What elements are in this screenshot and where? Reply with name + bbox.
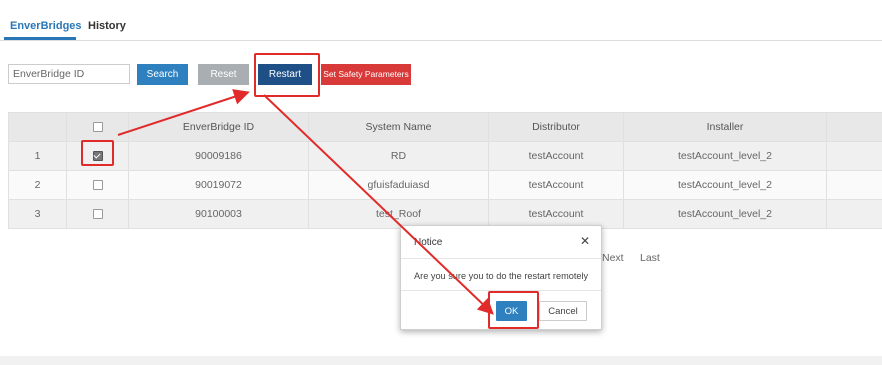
table-header-row: EnverBridge ID System Name Distributor I… xyxy=(8,112,882,142)
row-installer: testAccount_level_2 xyxy=(623,170,827,200)
row-extra xyxy=(826,199,882,229)
header-extra xyxy=(826,112,882,142)
tab-bar: EnverBridges History xyxy=(0,0,882,41)
dialog-divider xyxy=(401,258,601,259)
select-all-checkbox[interactable] xyxy=(92,122,103,133)
annotation-box-ok xyxy=(488,291,539,329)
header-distributor[interactable]: Distributor xyxy=(488,112,624,142)
pagination-next[interactable]: Next xyxy=(602,252,624,264)
reset-button[interactable]: Reset xyxy=(198,64,249,85)
row-installer: testAccount_level_2 xyxy=(623,141,827,171)
row-select-cell[interactable] xyxy=(66,199,129,229)
dialog-title: Notice xyxy=(414,237,443,248)
cancel-button[interactable]: Cancel xyxy=(539,301,587,321)
table-row[interactable]: 2 90019072 gfuisfaduiasd testAccount tes… xyxy=(8,170,882,200)
row-enverbridge-id: 90009186 xyxy=(128,141,309,171)
row-index: 1 xyxy=(8,141,67,171)
page-footer-strip xyxy=(0,356,882,365)
row-checkbox[interactable] xyxy=(92,180,103,191)
row-index: 3 xyxy=(8,199,67,229)
row-installer: testAccount_level_2 xyxy=(623,199,827,229)
enverbridge-table: EnverBridge ID System Name Distributor I… xyxy=(8,112,882,229)
row-distributor: testAccount xyxy=(488,141,624,171)
row-system-name: RD xyxy=(308,141,489,171)
row-index: 2 xyxy=(8,170,67,200)
enverbridge-id-input[interactable] xyxy=(8,64,130,84)
set-safety-parameters-button[interactable]: Set Safety Parameters xyxy=(321,64,411,85)
header-installer[interactable]: Installer xyxy=(623,112,827,142)
header-enverbridge-id[interactable]: EnverBridge ID xyxy=(128,112,309,142)
tab-history[interactable]: History xyxy=(88,20,126,32)
header-system-name[interactable]: System Name xyxy=(308,112,489,142)
search-button[interactable]: Search xyxy=(137,64,188,85)
annotation-box-checkbox xyxy=(81,140,114,166)
row-enverbridge-id: 90100003 xyxy=(128,199,309,229)
dialog-message: Are you sure you to do the restart remot… xyxy=(414,271,589,281)
row-system-name: gfuisfaduiasd xyxy=(308,170,489,200)
row-distributor: testAccount xyxy=(488,170,624,200)
header-select-all[interactable] xyxy=(66,112,129,142)
row-extra xyxy=(826,141,882,171)
pagination-last[interactable]: Last xyxy=(640,252,660,264)
annotation-box-restart xyxy=(254,53,320,97)
table-row[interactable]: 1 90009186 RD testAccount testAccount_le… xyxy=(8,141,882,171)
row-enverbridge-id: 90019072 xyxy=(128,170,309,200)
row-extra xyxy=(826,170,882,200)
close-icon[interactable]: ✕ xyxy=(580,234,590,248)
header-index xyxy=(8,112,67,142)
tab-enverbridges[interactable]: EnverBridges xyxy=(10,20,82,32)
active-tab-indicator xyxy=(4,37,76,40)
row-checkbox[interactable] xyxy=(92,209,103,220)
row-select-cell[interactable] xyxy=(66,170,129,200)
